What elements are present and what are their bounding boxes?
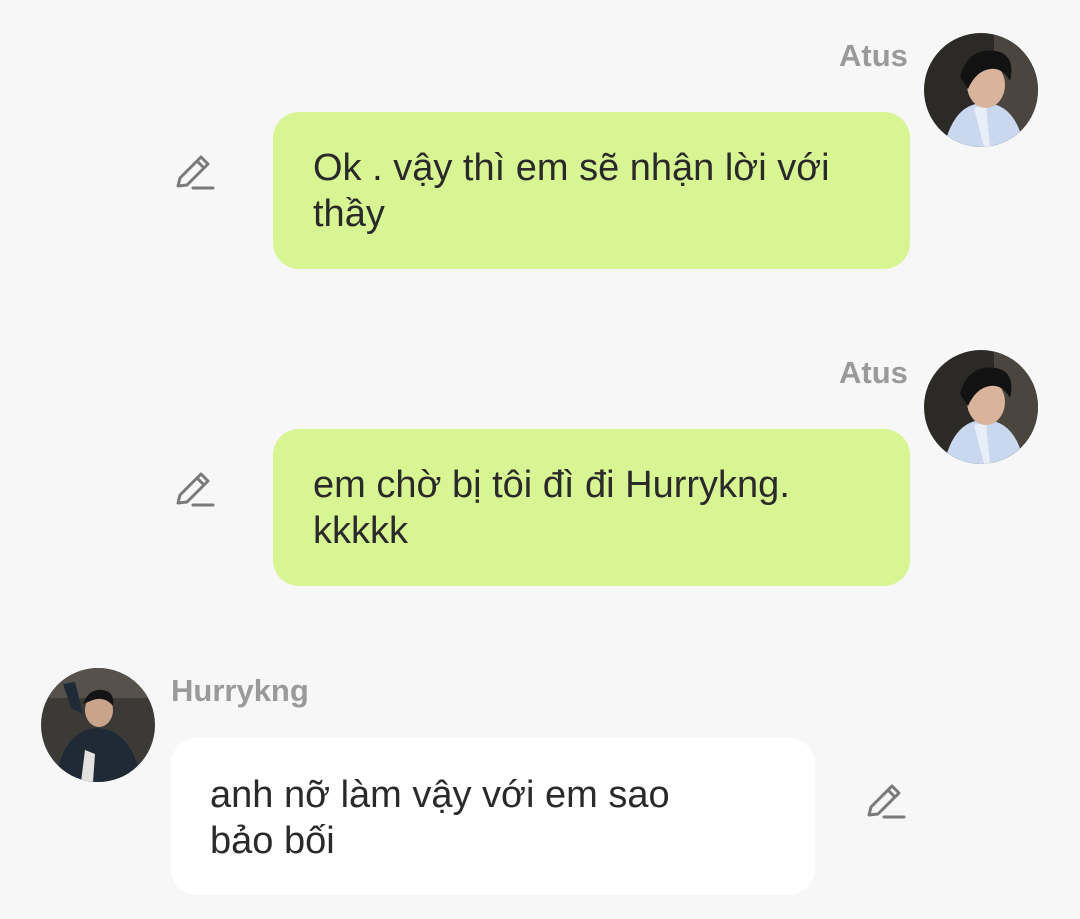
- message-text-line: anh nỡ làm vậy với em sao: [210, 774, 670, 816]
- message-text-line: bảo bối: [210, 820, 335, 862]
- sender-name: Hurrykng: [171, 673, 309, 708]
- message-text-line: em chờ bị tôi đì đi Hurrykng.: [313, 464, 790, 506]
- sender-avatar[interactable]: [924, 33, 1038, 147]
- edit-pencil-icon[interactable]: [173, 469, 215, 511]
- message-bubble[interactable]: Ok . vậy thì em sẽ nhận lời với thầy: [273, 112, 910, 269]
- message-bubble[interactable]: anh nỡ làm vậy với em sao bảo bối: [171, 738, 815, 895]
- message-text-line: thầy: [313, 193, 385, 235]
- edit-pencil-icon[interactable]: [864, 781, 906, 823]
- sender-avatar[interactable]: [924, 350, 1038, 464]
- message-text-line: Ok . vậy thì em sẽ nhận lời với: [313, 147, 830, 189]
- sender-name: Atus: [839, 38, 908, 73]
- message-bubble[interactable]: em chờ bị tôi đì đi Hurrykng. kkkkk: [273, 429, 910, 586]
- message-text-line: kkkkk: [313, 510, 408, 552]
- sender-name: Atus: [839, 355, 908, 390]
- sender-avatar[interactable]: [41, 668, 155, 782]
- edit-pencil-icon[interactable]: [173, 152, 215, 194]
